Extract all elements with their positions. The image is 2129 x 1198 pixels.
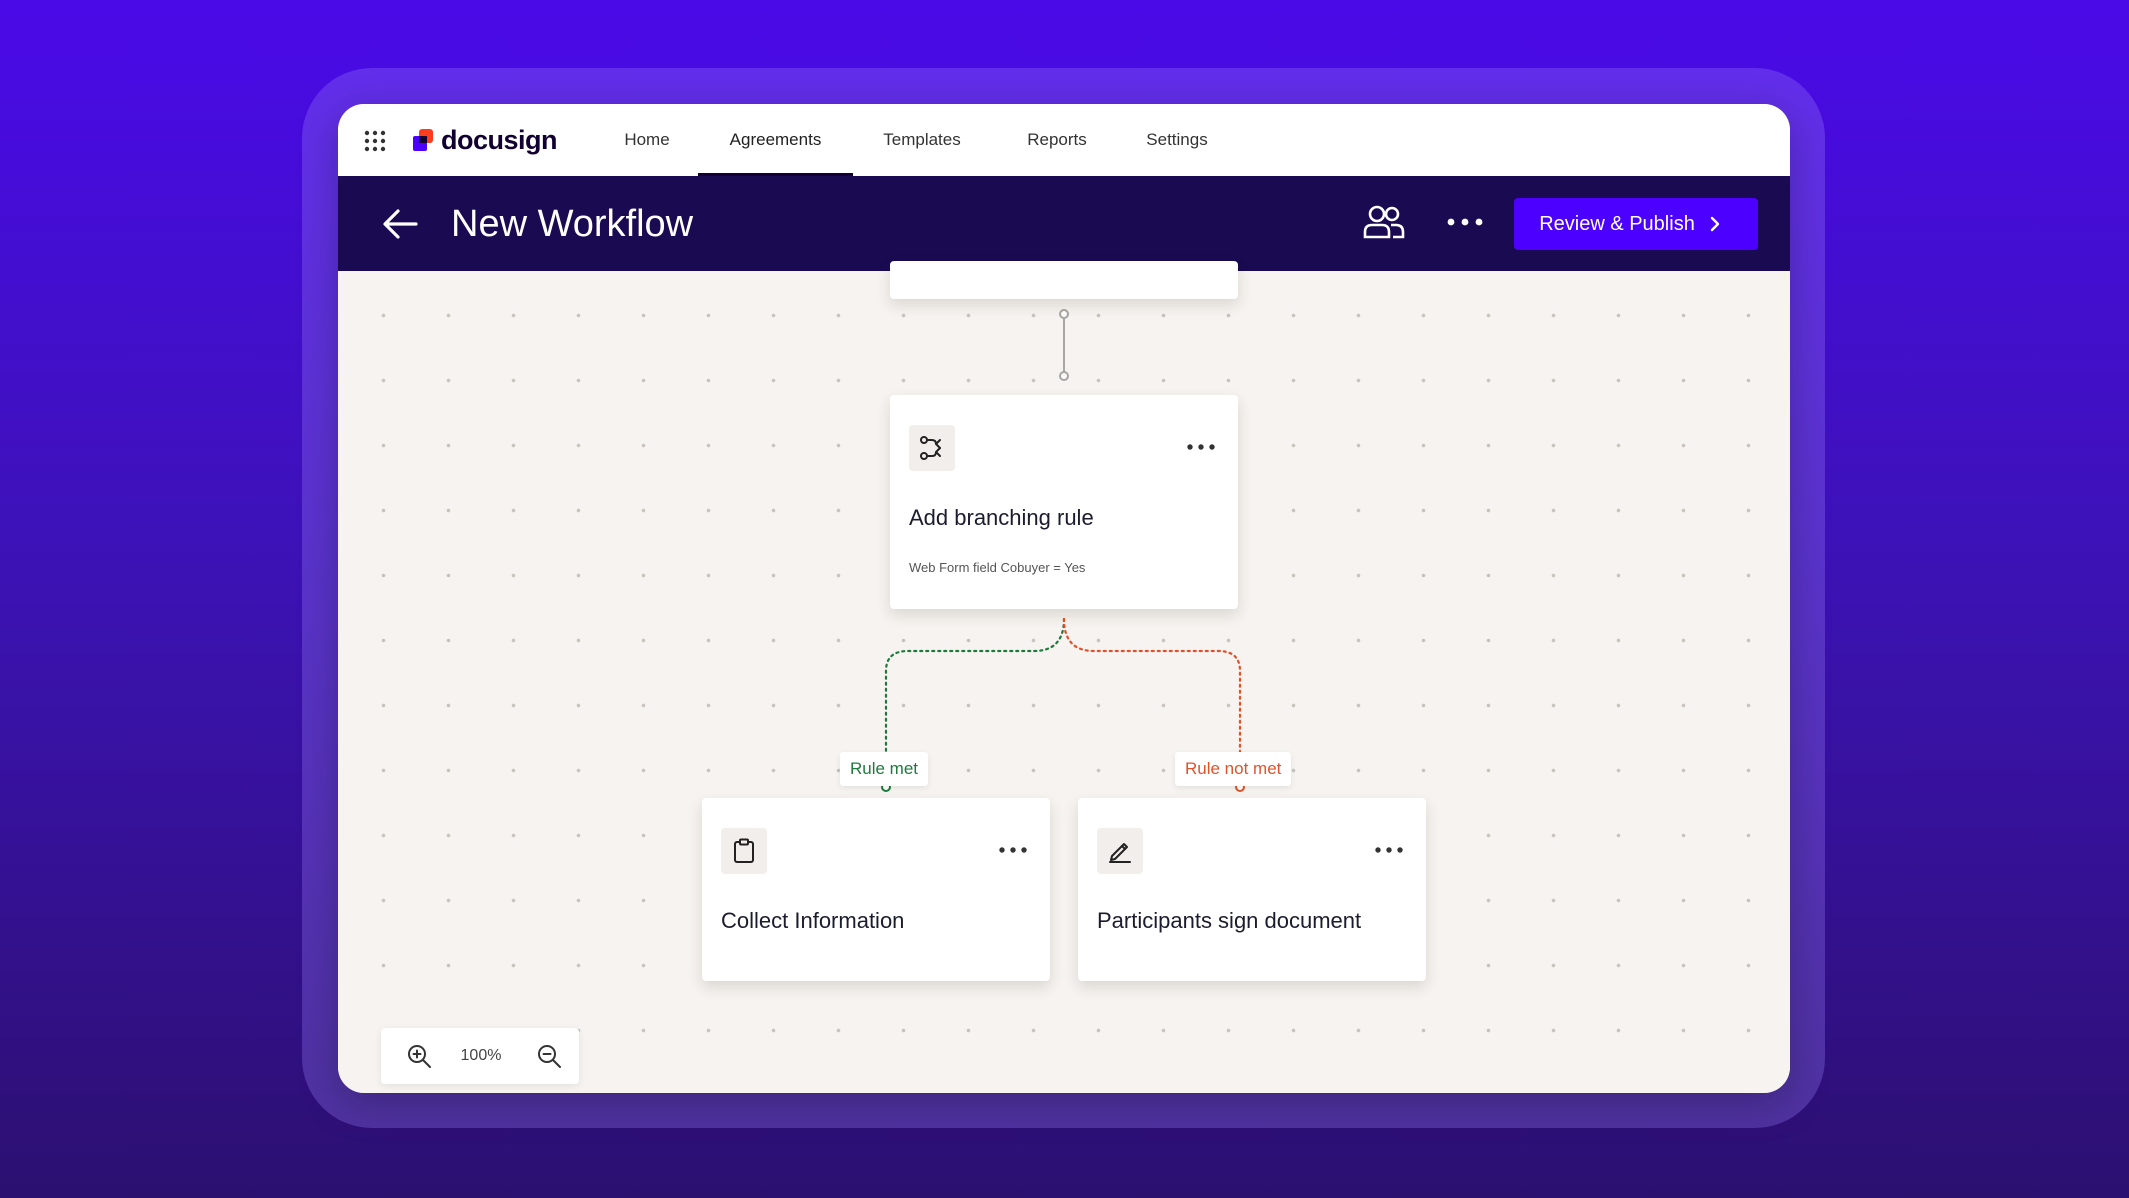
branch-icon [920, 436, 941, 460]
branching-rule-card[interactable]: Add branching rule Web Form field Cobuye… [890, 395, 1238, 609]
clipboard-icon-box [721, 828, 767, 874]
zoom-out-icon[interactable] [535, 1042, 563, 1070]
branching-rule-title: Add branching rule [909, 505, 1094, 530]
back-arrow-icon[interactable] [382, 207, 418, 241]
clipboard-icon [734, 838, 754, 863]
connector-node [1059, 309, 1069, 319]
collect-information-title: Collect Information [721, 908, 905, 933]
more-options-icon[interactable] [1186, 439, 1216, 455]
collect-information-card[interactable]: Collect Information [702, 798, 1050, 981]
more-options-icon[interactable] [1374, 842, 1404, 858]
nav-templates[interactable]: Templates [868, 104, 976, 176]
app-launcher-icon[interactable] [364, 130, 386, 152]
zoom-level: 100% [460, 1047, 502, 1064]
docusign-logo[interactable]: docusign [413, 124, 558, 156]
participants-sign-card[interactable]: Participants sign document [1078, 798, 1426, 981]
review-publish-button[interactable]: Review & Publish [1514, 198, 1758, 250]
rule-not-met-label: Rule not met [1175, 752, 1292, 786]
workflow-header: New Workflow Review & Publish [338, 176, 1790, 271]
people-icon[interactable] [1363, 203, 1405, 241]
brand-name: docusign [441, 124, 558, 155]
branch-icon-box [909, 425, 955, 471]
pen-icon-box [1097, 828, 1143, 874]
nav-agreements[interactable]: Agreements [698, 104, 853, 176]
app-window: docusign Home Agreements Templates Repor… [338, 104, 1790, 1093]
nav-settings[interactable]: Settings [1133, 104, 1221, 176]
review-publish-label: Review & Publish [1539, 212, 1695, 235]
connector-node [1059, 371, 1069, 381]
chevron-right-icon [1710, 216, 1720, 232]
top-navigation: docusign Home Agreements Templates Repor… [338, 104, 1790, 176]
more-options-icon[interactable] [998, 842, 1028, 858]
pen-icon [1109, 843, 1131, 863]
docusign-logo-mark-icon [413, 129, 433, 151]
participants-sign-title: Participants sign document [1097, 908, 1362, 933]
more-options-icon[interactable] [1446, 211, 1484, 233]
previous-step-card[interactable] [890, 261, 1238, 299]
nav-home[interactable]: Home [610, 104, 684, 176]
page-title: New Workflow [451, 203, 694, 245]
branching-rule-condition: Web Form field Cobuyer = Yes [909, 560, 1086, 575]
nav-reports[interactable]: Reports [1014, 104, 1100, 176]
zoom-controls: 100% [381, 1028, 579, 1084]
workflow-canvas[interactable]: Add branching rule Web Form field Cobuye… [338, 261, 1790, 1093]
rule-met-label: Rule met [840, 752, 929, 786]
zoom-in-icon[interactable] [405, 1042, 433, 1070]
